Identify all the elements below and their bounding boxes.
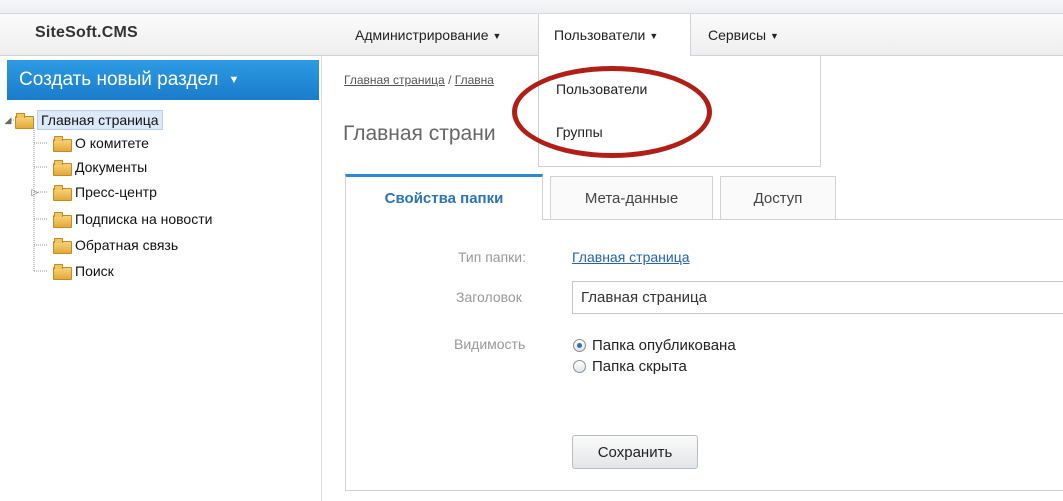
- top-strip: [0, 0, 1063, 14]
- tree-node-label: Документы: [75, 159, 148, 175]
- tree-node-label: Обратная связь: [75, 237, 179, 253]
- breadcrumb-link-current[interactable]: Главна: [455, 73, 494, 87]
- nav-menu-services[interactable]: Сервисы ▼: [693, 14, 794, 56]
- caret-down-icon: ▼: [492, 31, 502, 41]
- title-input[interactable]: [572, 281, 1063, 314]
- tree-node-subscription[interactable]: Подписка на новости: [53, 208, 212, 230]
- tree-connector-lines: [9, 119, 48, 272]
- folder-icon: [53, 238, 72, 254]
- tree-node-label: Поиск: [75, 263, 114, 279]
- tree-node-label: Пресс-центр: [75, 184, 157, 200]
- tab-folder-properties[interactable]: Свойства папки: [345, 174, 543, 220]
- folder-icon: [53, 264, 72, 280]
- tree-node-press-center[interactable]: ▷ Пресс-центр: [30, 181, 157, 203]
- tree-node-documents[interactable]: Документы: [53, 156, 147, 178]
- caret-down-icon: ▼: [228, 74, 240, 86]
- properties-panel: [345, 219, 1063, 491]
- expand-icon[interactable]: ▷: [30, 187, 40, 198]
- nav-menu-users[interactable]: Пользователи ▼: [538, 14, 691, 57]
- create-section-label: Создать новый раздел: [19, 69, 219, 90]
- folder-icon: [53, 160, 72, 176]
- tree-node-label: Главная страница: [37, 110, 163, 130]
- folder-type-label: Тип папки:: [458, 249, 527, 265]
- visibility-option-hidden[interactable]: Папка скрыта: [573, 358, 687, 375]
- sidebar: Создать новый раздел ▼ ◢ Главная страница…: [0, 56, 322, 501]
- save-button[interactable]: Сохранить: [572, 435, 698, 469]
- visibility-label: Видимость: [454, 336, 526, 352]
- page-title: Главная страни: [343, 122, 496, 145]
- menu-item-groups[interactable]: Группы: [556, 124, 603, 140]
- users-dropdown-menu: Пользователи Группы: [538, 56, 821, 167]
- nav-menu-label: Администрирование: [355, 27, 489, 43]
- tree-node-feedback[interactable]: Обратная связь: [53, 234, 178, 256]
- breadcrumb: Главная страница / Главна: [344, 73, 494, 87]
- caret-down-icon: ▼: [649, 31, 659, 41]
- menu-item-users[interactable]: Пользователи: [556, 81, 647, 97]
- visibility-option-published[interactable]: Папка опубликована: [573, 337, 736, 354]
- radio-label: Папка опубликована: [592, 337, 736, 354]
- caret-down-icon: ▼: [770, 31, 779, 41]
- tree-node-about[interactable]: О комитете: [53, 132, 149, 154]
- nav-menu-label: Сервисы: [708, 27, 767, 43]
- nav-menu-label: Пользователи: [554, 27, 646, 43]
- tree-node-search[interactable]: Поиск: [53, 260, 114, 282]
- tab-metadata[interactable]: Мета-данные: [550, 176, 713, 220]
- tree-node-label: Подписка на новости: [75, 211, 213, 227]
- tab-access[interactable]: Доступ: [720, 176, 836, 220]
- folder-icon: [53, 212, 72, 228]
- radio-checked-icon[interactable]: [573, 339, 586, 352]
- collapse-icon[interactable]: ◢: [3, 115, 13, 126]
- tree-node-root[interactable]: ◢ Главная страница: [3, 109, 163, 131]
- nav-menu-administration[interactable]: Администрирование ▼: [340, 14, 516, 56]
- radio-label: Папка скрыта: [592, 358, 687, 375]
- folder-icon: [53, 136, 72, 152]
- folder-icon: [53, 185, 72, 201]
- breadcrumb-separator: /: [444, 73, 455, 87]
- brand-logo: SiteSoft.CMS: [35, 24, 138, 41]
- title-label: Заголовок: [456, 289, 522, 305]
- folder-type-link[interactable]: Главная страница: [572, 249, 690, 265]
- tree-node-label: О комитете: [75, 135, 149, 151]
- breadcrumb-link-home[interactable]: Главная страница: [344, 73, 445, 87]
- folder-icon: [15, 113, 34, 129]
- create-section-button[interactable]: Создать новый раздел ▼: [7, 60, 319, 100]
- radio-unchecked-icon[interactable]: [573, 360, 586, 373]
- top-navigation-bar: SiteSoft.CMS Администрирование ▼ Пользова…: [0, 14, 1063, 57]
